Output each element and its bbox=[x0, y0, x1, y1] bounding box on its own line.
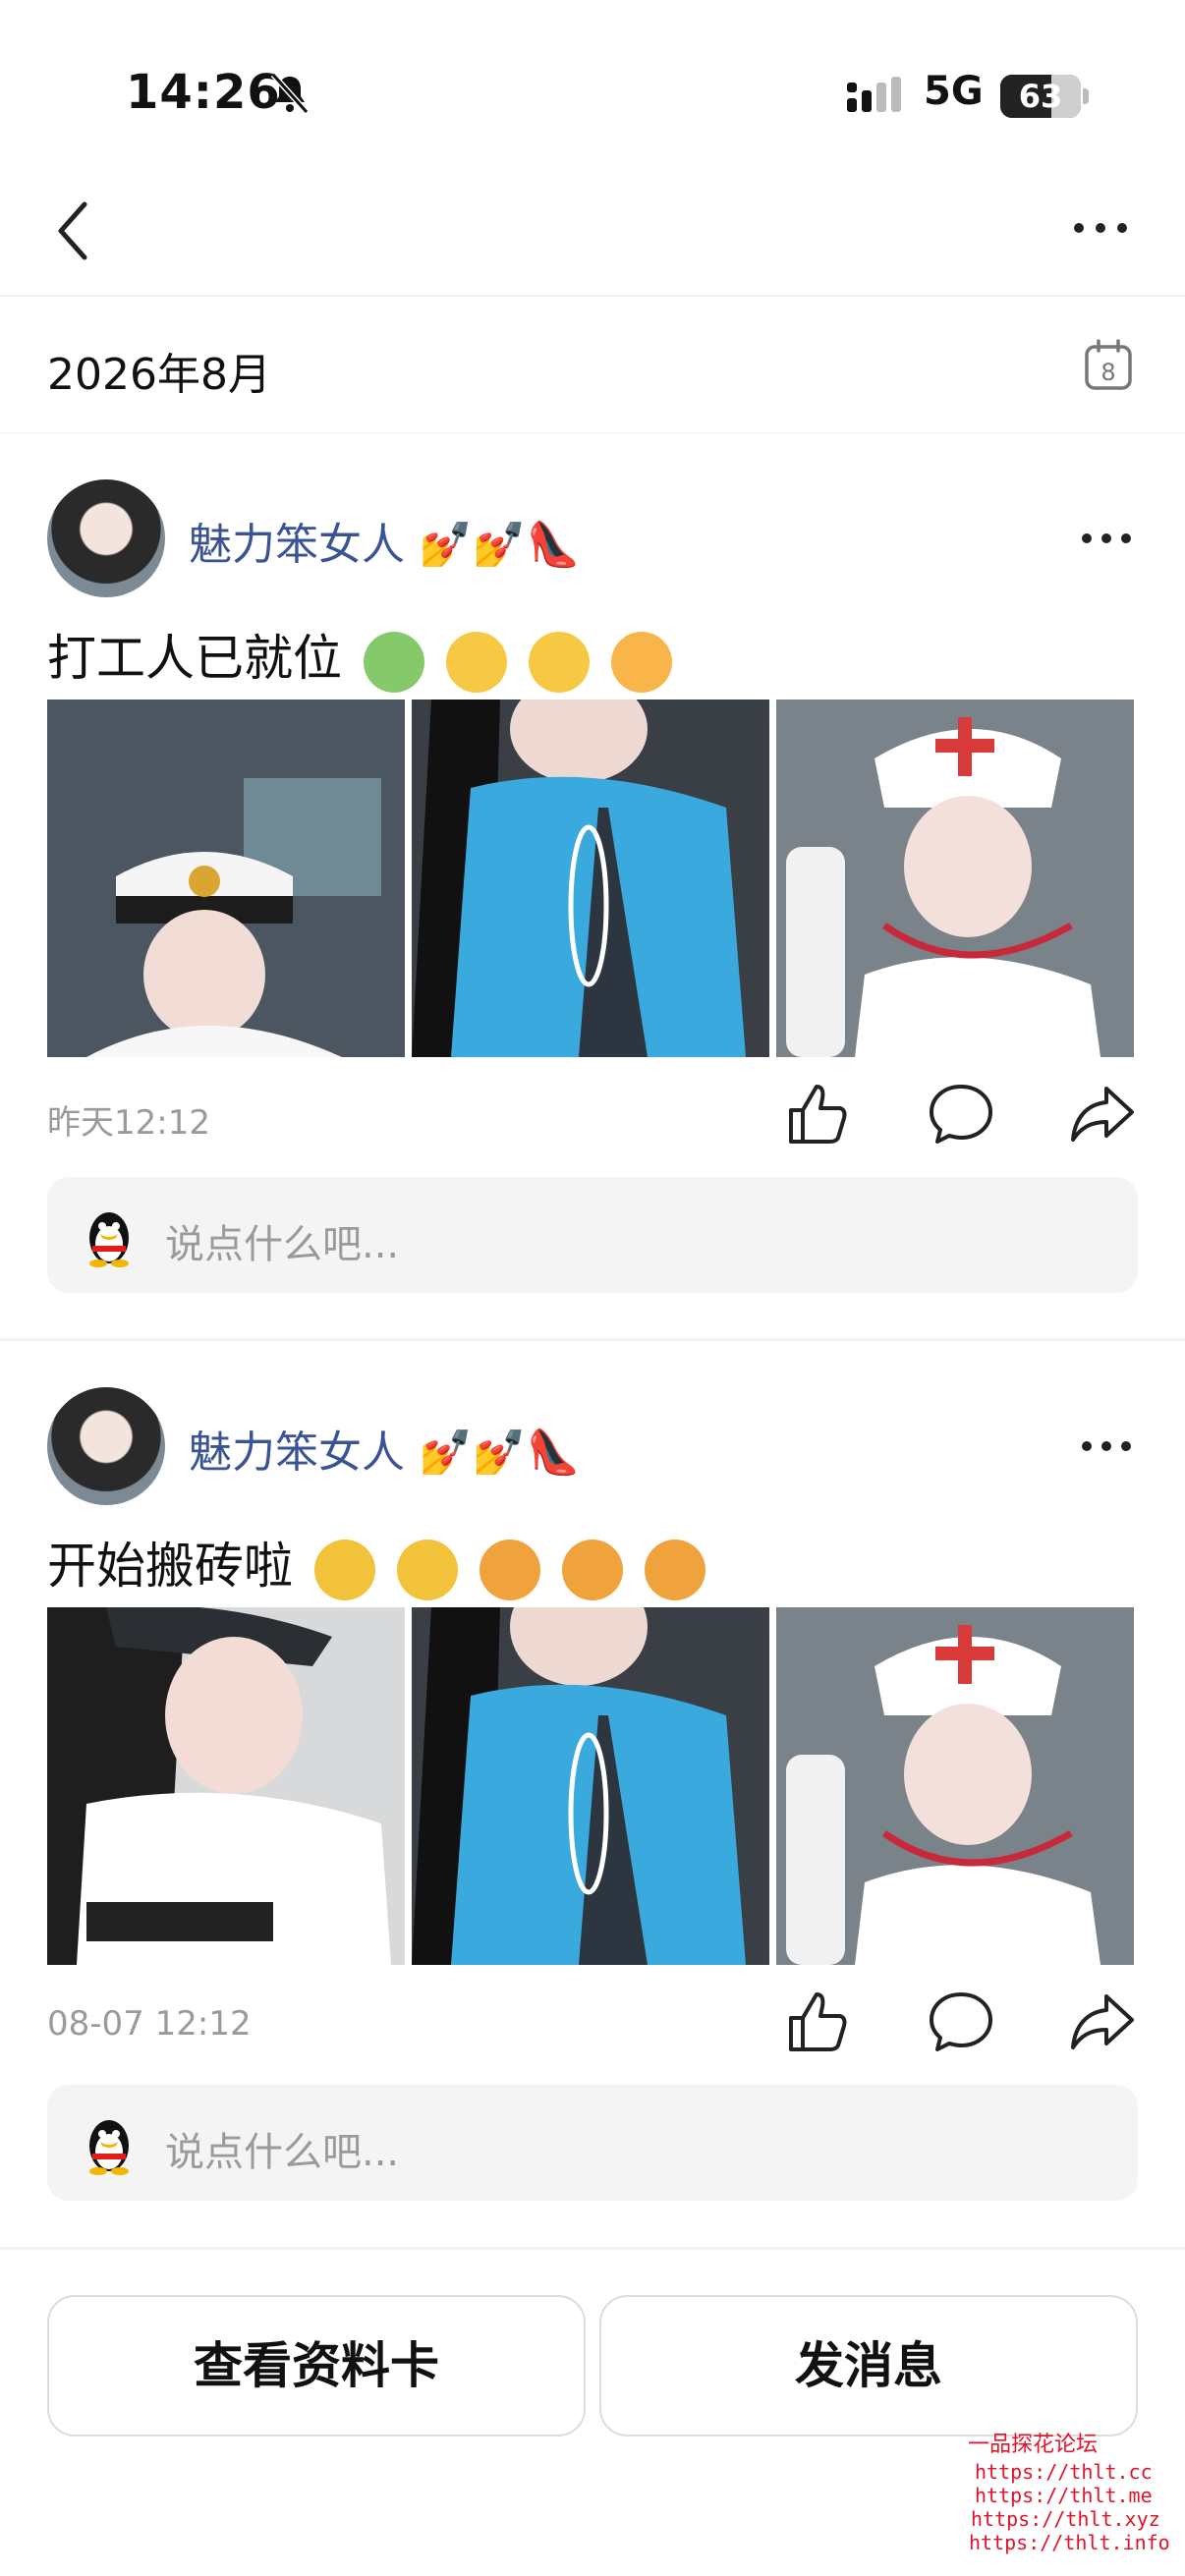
comment-input[interactable]: 说点什么吧... bbox=[47, 2085, 1138, 2201]
network-label: 5G bbox=[924, 69, 984, 114]
post-photo[interactable] bbox=[47, 700, 405, 1057]
post-timestamp: 昨天12:12 bbox=[47, 1103, 210, 1143]
username-emoji-3: 👠 bbox=[526, 1428, 581, 1478]
post-text-content: 打工人已就位 bbox=[47, 630, 342, 687]
dog-emoji-icon bbox=[561, 1539, 623, 1600]
comment-icon[interactable] bbox=[928, 1081, 994, 1148]
frog-emoji-icon bbox=[363, 631, 424, 693]
qq-penguin-icon bbox=[89, 1212, 129, 1267]
post-photo[interactable] bbox=[47, 1607, 405, 1965]
more-icon[interactable] bbox=[1071, 218, 1130, 238]
comment-placeholder: 说点什么吧... bbox=[165, 1222, 400, 1267]
watermark-link: https://thlt.info bbox=[969, 2531, 1170, 2554]
post-photo[interactable] bbox=[776, 700, 1134, 1057]
comment-input[interactable]: 说点什么吧... bbox=[47, 1177, 1138, 1293]
battery-icon: 63 bbox=[1000, 75, 1081, 118]
post-timestamp: 08-07 12:12 bbox=[47, 2004, 252, 2044]
post-photo[interactable] bbox=[412, 700, 769, 1057]
watermark-link: https://thlt.me bbox=[975, 2484, 1153, 2507]
dog-emoji-icon bbox=[644, 1539, 705, 1600]
thumbs-up-icon[interactable] bbox=[783, 1081, 850, 1148]
face-emoji-icon bbox=[528, 631, 590, 693]
sunglasses-emoji-icon bbox=[396, 1539, 458, 1600]
username-emoji-3: 👠 bbox=[526, 520, 581, 570]
comment-icon[interactable] bbox=[928, 1988, 994, 2055]
calendar-icon[interactable]: 8 bbox=[1081, 337, 1136, 392]
post-photo[interactable] bbox=[412, 1607, 769, 1965]
back-chevron-icon[interactable] bbox=[49, 196, 98, 265]
bell-muted-icon bbox=[270, 72, 310, 115]
battery-cap bbox=[1083, 88, 1089, 104]
view-profile-button[interactable]: 查看资料卡 bbox=[47, 2295, 586, 2436]
username-text: 魅力笨女人 bbox=[189, 1428, 405, 1478]
post-username[interactable]: 魅力笨女人 💅💅👠 bbox=[189, 1417, 580, 1480]
share-icon[interactable] bbox=[1069, 1081, 1136, 1148]
send-message-button[interactable]: 发消息 bbox=[599, 2295, 1138, 2436]
post-text: 开始搬砖啦 bbox=[47, 1527, 705, 1600]
signal-icon bbox=[847, 77, 901, 112]
post-photo[interactable] bbox=[776, 1607, 1134, 1965]
hug-emoji-icon bbox=[610, 631, 672, 693]
post-separator bbox=[0, 1338, 1185, 1341]
dog-emoji-icon bbox=[479, 1539, 540, 1600]
post-text-content: 开始搬砖啦 bbox=[47, 1538, 293, 1595]
post-text: 打工人已就位 bbox=[47, 619, 672, 693]
username-emoji-1: 💅 bbox=[419, 1428, 473, 1478]
month-header: 2026年8月 bbox=[47, 350, 271, 400]
post-username[interactable]: 魅力笨女人 💅💅👠 bbox=[189, 509, 580, 572]
share-icon[interactable] bbox=[1069, 1988, 1136, 2055]
post-more-icon[interactable] bbox=[1081, 531, 1132, 546]
username-text: 魅力笨女人 bbox=[189, 520, 405, 570]
status-time: 14:26 bbox=[126, 65, 281, 120]
watermark-link: https://thlt.xyz bbox=[971, 2507, 1160, 2531]
post-separator bbox=[0, 2247, 1185, 2250]
username-emoji-1: 💅 bbox=[419, 520, 473, 570]
post-more-icon[interactable] bbox=[1081, 1438, 1132, 1454]
thumbs-up-icon[interactable] bbox=[783, 1988, 850, 2055]
avatar[interactable] bbox=[47, 1387, 165, 1505]
qq-penguin-icon bbox=[89, 2120, 129, 2175]
watermark-link: https://thlt.cc bbox=[975, 2460, 1153, 2484]
face-emoji-icon bbox=[445, 631, 507, 693]
section-divider bbox=[0, 432, 1185, 434]
header-divider bbox=[0, 295, 1185, 297]
sunglasses-emoji-icon bbox=[313, 1539, 375, 1600]
username-emoji-2: 💅 bbox=[472, 1428, 527, 1478]
username-emoji-2: 💅 bbox=[472, 520, 527, 570]
battery-level: 63 bbox=[1018, 78, 1063, 115]
avatar[interactable] bbox=[47, 479, 165, 597]
comment-placeholder: 说点什么吧... bbox=[165, 2130, 400, 2175]
watermark-title: 一品探花论坛 bbox=[968, 2433, 1099, 2457]
calendar-day: 8 bbox=[1100, 359, 1115, 386]
